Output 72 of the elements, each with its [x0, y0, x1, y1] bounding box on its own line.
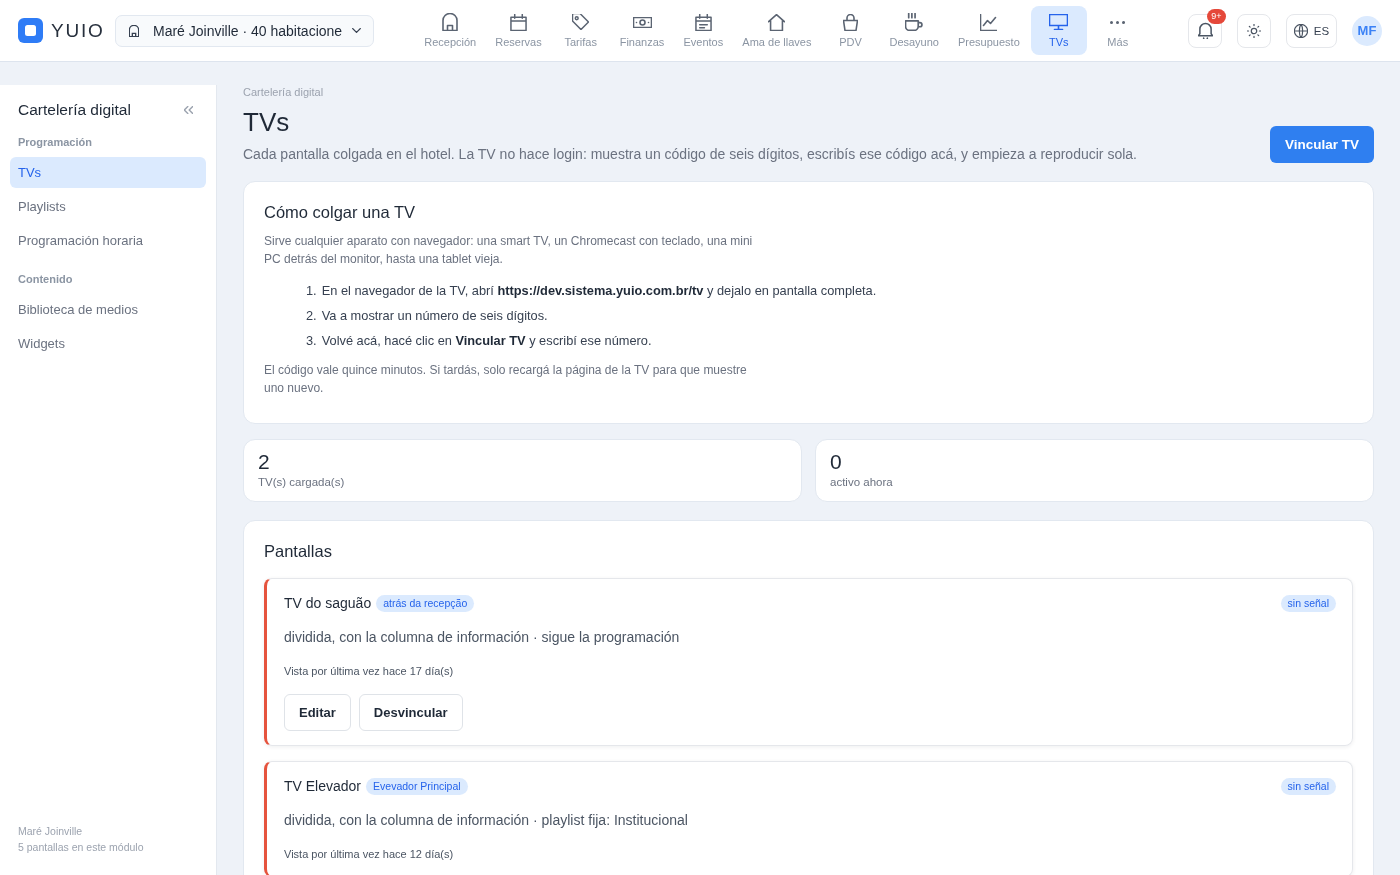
instructions-intro: Sirve cualquier aparato con navegador: una smart TV, un Chromecast con teclado, una mini PC detrás del monitor, hasta una tablet vieja. [264, 233, 754, 268]
status-tag: sin señal [1280, 594, 1336, 612]
nav-tab[interactable]: Reservas [487, 6, 550, 55]
sidebar-footer-text: 5 pantallas en este módulo [18, 840, 145, 855]
sidebar-section-heading: Contenido [17, 272, 74, 287]
bell-icon [1197, 22, 1213, 39]
calendar-icon [509, 13, 527, 31]
logo-text: YUIO [51, 19, 105, 42]
notification-badge: 9+ [1207, 8, 1226, 24]
instructions-note: El código vale quince minutos. Si tardás, solo recargá la página de la TV para que muestre uno nuevo. [264, 362, 748, 397]
instruction-step: 3. Volvé acá, hacé clic en Vincular TV y escribí ese número. [306, 328, 1353, 353]
location-tag: Evevador Principal [366, 777, 468, 795]
more-icon [1110, 20, 1126, 24]
user-avatar[interactable]: MF [1352, 15, 1382, 46]
last-seen-text: Vista por última vez hace 12 día(s) [284, 847, 455, 862]
card-title: Cómo colgar una TV [264, 202, 417, 222]
status-tag: sin señal [1280, 777, 1336, 795]
building-icon [442, 13, 459, 31]
basket-icon [842, 13, 858, 31]
double-chevron-left-icon[interactable] [184, 106, 193, 114]
stat-label: activo ahora [830, 475, 894, 490]
last-seen-text: Vista por última vez hace 17 día(s) [284, 664, 455, 679]
nav-tab[interactable]: PDV [822, 6, 879, 55]
sidebar-item[interactable]: Biblioteca de medios [10, 294, 206, 325]
sidebar-item[interactable]: Programación horaria [10, 225, 206, 256]
language-button[interactable]: ES [1286, 13, 1337, 48]
nav-tab[interactable]: Desayuno [881, 6, 947, 55]
sidebar-item[interactable]: Widgets [10, 328, 206, 359]
banknote-icon [632, 16, 652, 28]
unlink-button[interactable]: Desvincular [358, 694, 463, 731]
nav-tab[interactable]: Ama de llaves [734, 6, 820, 55]
sidebar-section-heading: Programación [17, 135, 93, 150]
edit-button[interactable]: Editar [284, 694, 351, 731]
page-title: TVs [243, 107, 291, 137]
globe-icon [1293, 23, 1308, 38]
nav-tab[interactable]: Tarifas [552, 6, 609, 55]
nav-tab[interactable]: Finanzas [611, 6, 673, 55]
sidebar-footer-text: Maré Joinville [18, 824, 84, 839]
tag-icon [572, 14, 590, 30]
panel-title: Pantallas [264, 541, 333, 561]
calendar-icon [694, 13, 712, 31]
screen-name: TV do saguão [284, 595, 372, 611]
screen-name: TV Elevador [284, 778, 362, 794]
sun-icon [1247, 23, 1261, 38]
cup-icon [905, 13, 924, 31]
location-tag: atrás da recepção [376, 594, 475, 612]
theme-toggle-button[interactable] [1237, 13, 1271, 48]
logo-icon [18, 18, 43, 43]
house-icon [768, 13, 786, 31]
nav-tab[interactable]: Más [1089, 6, 1146, 55]
sidebar-item[interactable]: TVs [10, 157, 206, 188]
stat-label: TV(s) cargada(s) [258, 475, 346, 490]
stat-value: 2 [258, 450, 271, 474]
instruction-step: 2. Va a mostrar un número de seis dígitos. [306, 303, 1353, 328]
nav-tab[interactable]: Presupuesto [950, 6, 1028, 55]
sidebar-item[interactable]: Playlists [10, 191, 206, 222]
line-chart-icon [980, 13, 998, 31]
nav-tab[interactable]: Eventos [675, 6, 732, 55]
sidebar-title: Cartelería digital [18, 101, 131, 119]
screen-description: dividida, con la columna de información · sigue la programación [284, 628, 681, 647]
breadcrumb[interactable]: Cartelería digital [243, 85, 1137, 99]
stat-value: 0 [830, 450, 843, 474]
instruction-step: 1. En el navegador de la TV, abrí https://dev.sistema.yuio.com.br/tv y dejalo en pantalla completa. [306, 278, 1353, 303]
property-selector[interactable]: Maré Joinville · 40 habitacione [115, 14, 374, 47]
screen-description: dividida, con la columna de información · playlist fija: Institucional [284, 811, 689, 830]
nav-tab[interactable]: TVs [1030, 6, 1087, 55]
chevron-down-icon [352, 28, 361, 33]
link-tv-button[interactable]: Vincular TV [1269, 126, 1374, 163]
nav-tab[interactable]: Recepción [416, 6, 485, 55]
page-description: Cada pantalla colgada en el hotel. La TV no hace login: muestra un código de seis dígitos, escribís ese código acá, y empieza a reproducir sola. [243, 145, 1137, 163]
monitor-icon [1049, 14, 1069, 30]
building-icon [129, 24, 139, 37]
